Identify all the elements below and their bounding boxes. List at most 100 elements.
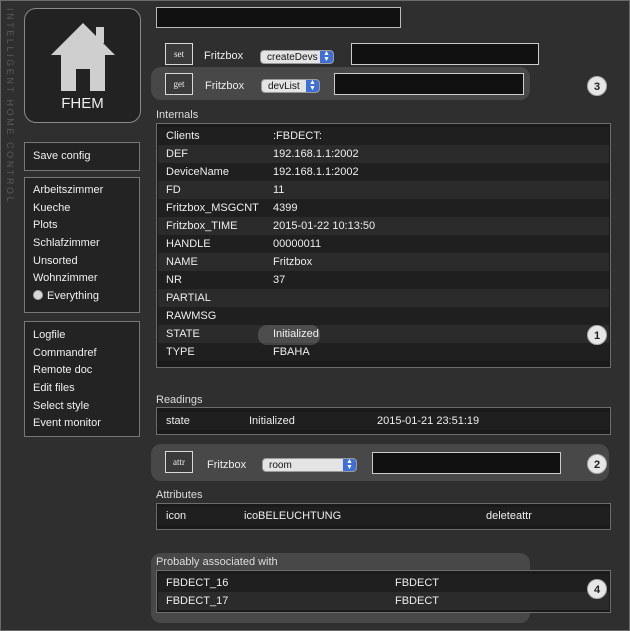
set-button[interactable]: set [165,43,193,65]
table-cell: Fritzbox_MSGCNT [166,202,259,214]
table-cell: 11 [273,184,285,196]
menu-item-wohnzimmer[interactable]: Wohnzimmer [25,270,139,288]
menu-item-logfile[interactable]: Logfile [25,327,139,345]
table-row: NAME Fritzbox [158,253,609,271]
table-row: RAWMSG [158,307,609,325]
select-arrows-icon: ▲ ▼ [306,79,319,92]
menu-item-remote-doc[interactable]: Remote doc [25,362,139,380]
table-cell: NAME [166,256,198,268]
attributes-table: icon icoBELEUCHTUNG deleteattr [156,503,611,530]
table-cell: Fritzbox [273,256,313,268]
state-highlight [258,325,320,345]
table-cell[interactable]: icon [166,507,186,525]
table-cell: DeviceName [166,166,229,178]
table-cell: state [166,415,190,427]
menu-item-schlafzimmer[interactable]: Schlafzimmer [25,235,139,253]
menu-item-save-config[interactable]: Save config [25,148,139,166]
table-row: FD 11 [158,181,609,199]
table-cell: icoBELEUCHTUNG [244,510,342,522]
table-row: Clients :FBDECT: [158,127,609,145]
table-row: Fritzbox_MSGCNT 4399 [158,199,609,217]
table-cell: 2015-01-22 10:13:50 [273,220,376,232]
menu-item-everything-label: Everything [47,290,99,303]
table-row: STATE Initialized [158,325,609,343]
table-cell: 37 [273,274,286,286]
attr-value-input[interactable] [372,452,561,474]
table-row: PARTIAL [158,289,609,307]
menu-item-select-style[interactable]: Select style [25,398,139,416]
logo-text: FHEM [61,95,104,112]
table-cell: Clients [166,130,200,142]
set-value-input[interactable] [351,43,539,65]
table-cell: DEF [166,148,188,160]
table-cell: Fritzbox_TIME [166,220,238,232]
table-cell: TYPE [166,346,195,358]
menu-item-plots[interactable]: Plots [25,217,139,235]
attributes-title: Attributes [156,489,203,501]
associated-table: FBDECT_16 FBDECT FBDECT_17 FBDECT [156,570,611,613]
menu-save: Save config [24,142,140,171]
callout-badge-3: 3 [587,76,607,96]
table-cell[interactable]: FBDECT_16 [166,574,228,592]
internals-title: Internals [156,109,199,121]
table-cell: :FBDECT: [273,130,322,142]
callout-badge-1: 1 [587,325,607,345]
menu-item-kueche[interactable]: Kueche [25,200,139,218]
table-row: FBDECT_16 FBDECT [158,574,609,592]
menu-item-edit-files[interactable]: Edit files [25,380,139,398]
table-row: Fritzbox_TIME 2015-01-22 10:13:50 [158,217,609,235]
command-input[interactable] [156,7,401,28]
callout-badge-4: 4 [587,579,607,599]
table-row: DeviceName 192.168.1.1:2002 [158,163,609,181]
get-select-value: devList [268,81,300,92]
table-cell: Initialized [249,415,295,427]
get-select[interactable]: devList ▲ ▼ [261,79,320,93]
set-select-value: createDevs [267,52,318,63]
table-cell: PARTIAL [166,292,211,304]
menu-item-commandref[interactable]: Commandref [25,345,139,363]
get-button[interactable]: get [165,73,193,95]
menu-rooms: Arbeitszimmer Kueche Plots Schlafzimmer … [24,177,140,313]
table-cell[interactable]: deleteattr [486,507,532,525]
table-cell: 00000011 [273,238,322,250]
attr-device-label: Fritzbox [207,459,247,471]
attr-button[interactable]: attr [165,451,193,473]
get-device-label: Fritzbox [205,80,245,92]
menu-item-event-monitor[interactable]: Event monitor [25,415,139,433]
table-cell: 192.168.1.1:2002 [273,166,359,178]
table-cell: RAWMSG [166,310,217,322]
table-row: DEF 192.168.1.1:2002 [158,145,609,163]
table-row: state Initialized 2015-01-21 23:51:19 [158,412,609,430]
menu-item-everything[interactable]: Everything [25,288,139,306]
side-vertical-label: INTELLIGENT HOME CONTROL [5,8,15,205]
table-cell: NR [166,274,182,286]
table-cell[interactable]: FBDECT_17 [166,592,228,610]
menu-tools: Logfile Commandref Remote doc Edit files… [24,321,140,437]
menu-item-arbeitszimmer[interactable]: Arbeitszimmer [25,182,139,200]
callout-badge-2: 2 [587,454,607,474]
fhem-logo[interactable]: FHEM [24,8,141,123]
house-icon [51,23,115,91]
select-arrows-icon: ▲ ▼ [320,50,333,63]
set-device-label: Fritzbox [204,50,244,62]
menu-item-unsorted[interactable]: Unsorted [25,253,139,271]
table-row: TYPE FBAHA [158,343,609,361]
table-row: FBDECT_17 FBDECT [158,592,609,610]
table-row: HANDLE 00000011 [158,235,609,253]
table-row: icon icoBELEUCHTUNG deleteattr [158,507,609,525]
table-cell: FBDECT [395,577,439,589]
readings-title: Readings [156,394,203,406]
get-value-input[interactable] [334,73,524,95]
set-select[interactable]: createDevs ▲ ▼ [260,50,334,64]
table-cell: FBAHA [273,346,310,358]
table-cell: 4399 [273,202,298,214]
globe-icon [33,290,43,301]
attr-select[interactable]: room ▲ ▼ [262,458,357,472]
internals-table: Clients:FBDECT: DEF 192.168.1.1:2002 Device… [156,123,611,368]
table-cell: HANDLE [166,238,211,250]
table-cell: STATE [166,328,200,340]
table-cell: FD [166,184,181,196]
attr-select-value: room [269,460,292,471]
associated-title: Probably associated with [156,556,278,568]
readings-table: state Initialized 2015-01-21 23:51:19 [156,407,611,435]
